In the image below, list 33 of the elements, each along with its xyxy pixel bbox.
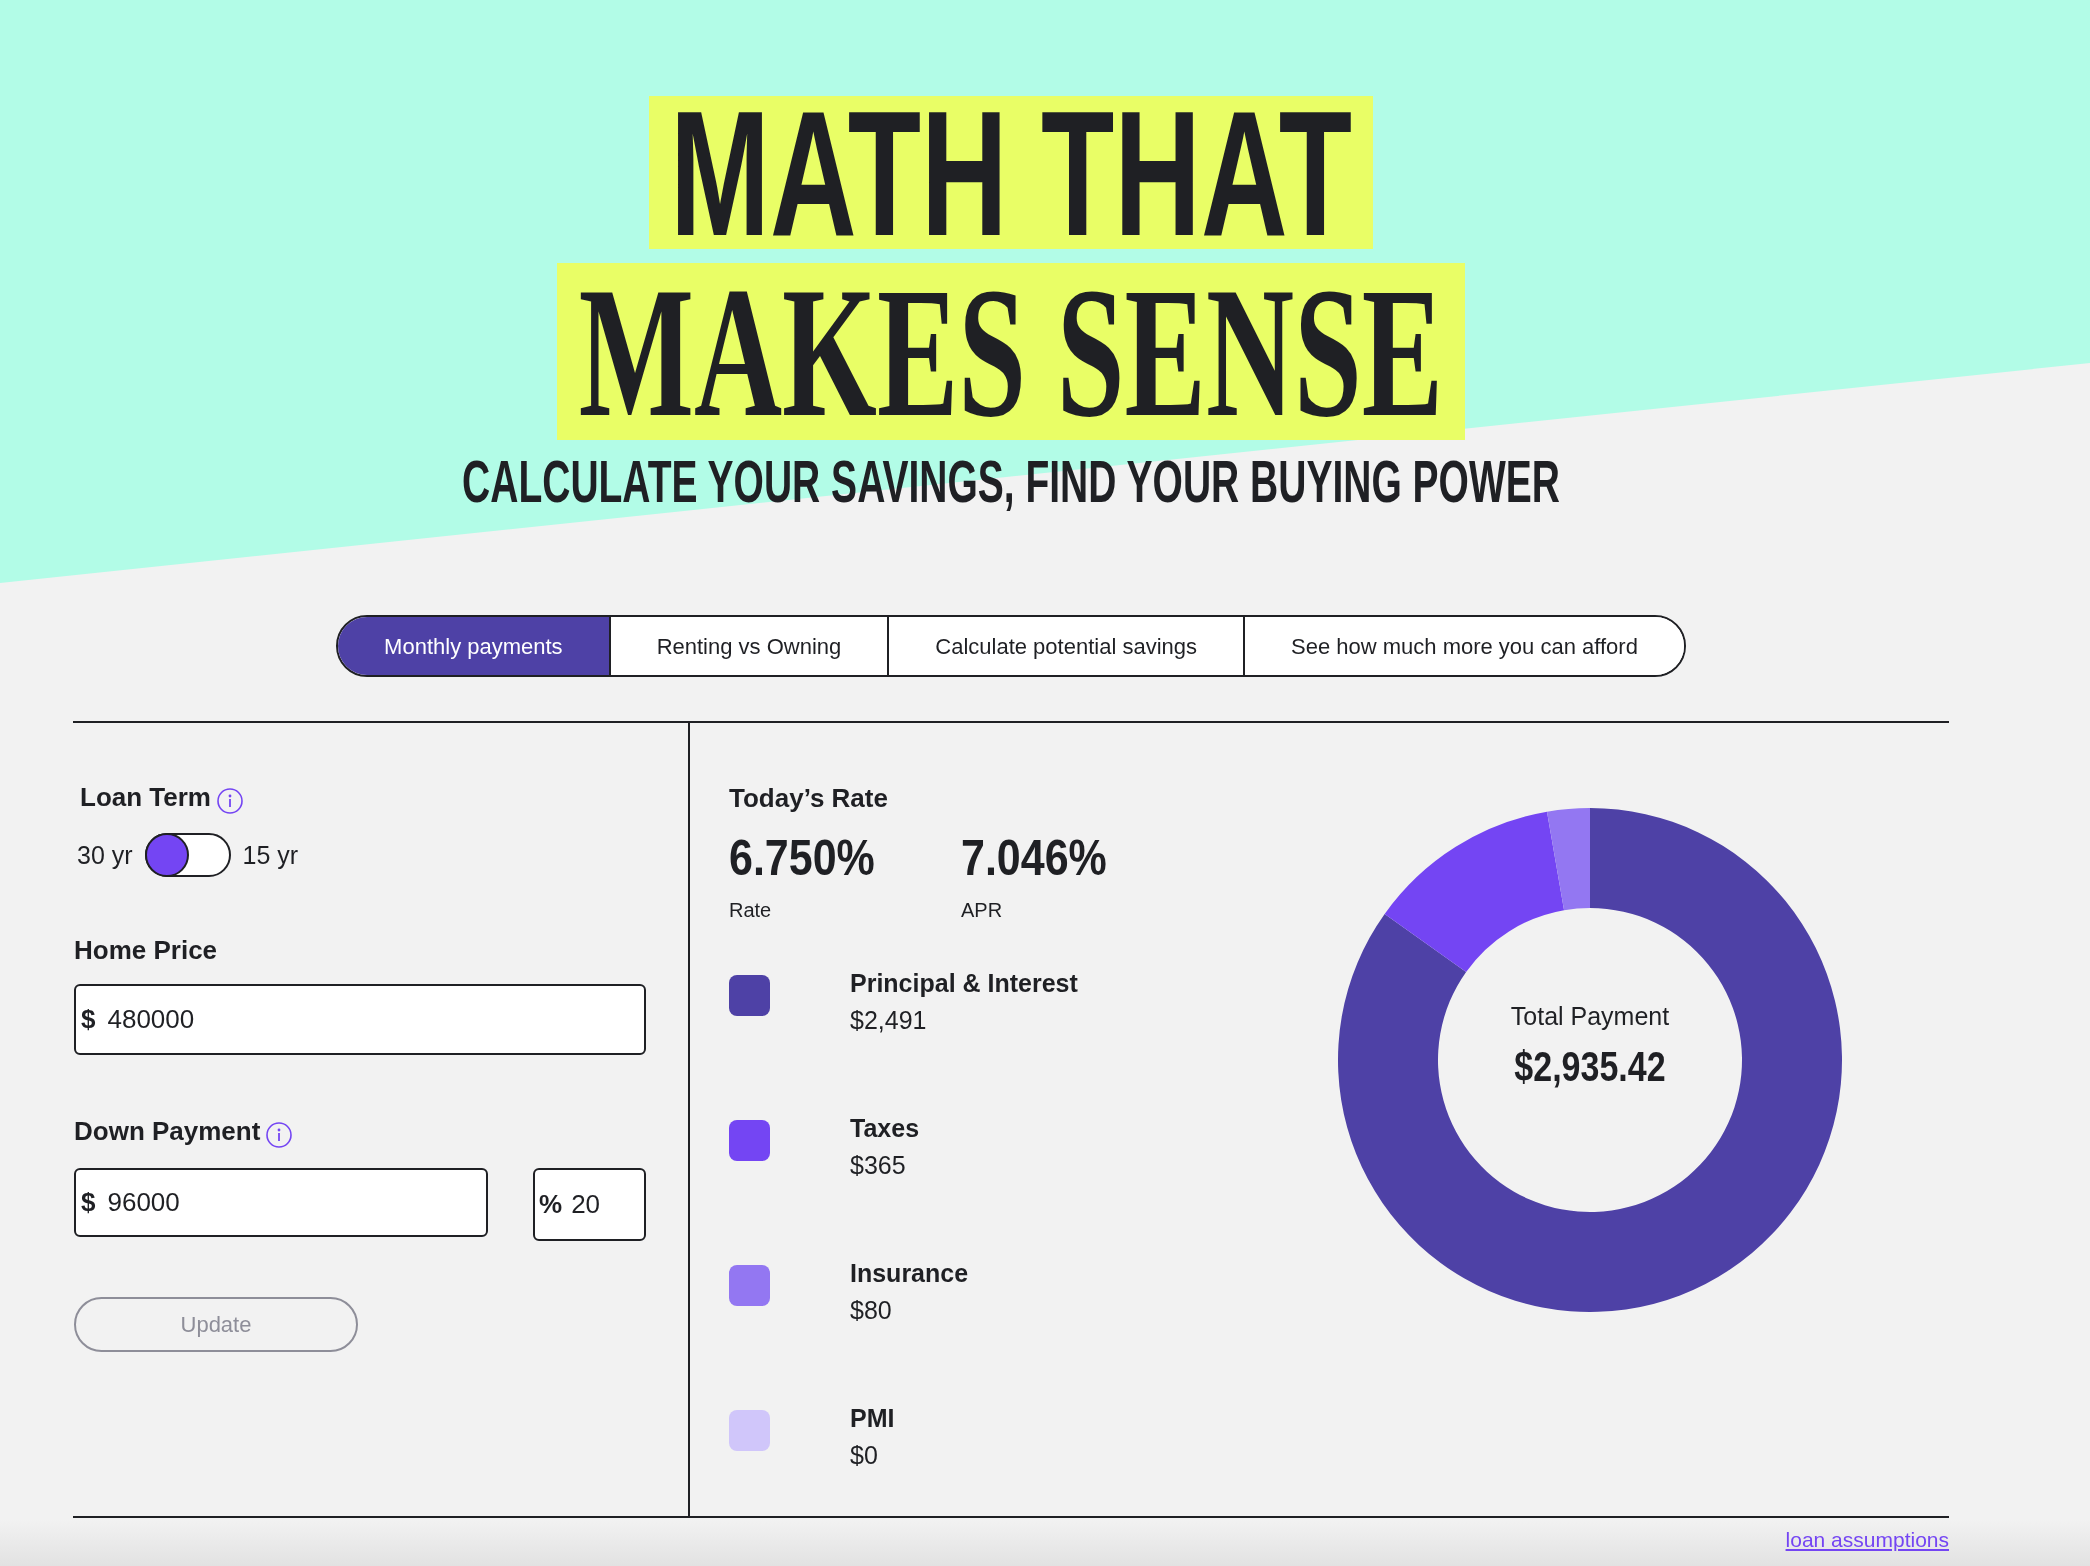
info-icon[interactable] — [217, 788, 243, 814]
headline: MAKES SENSE — [556, 263, 1466, 440]
tab[interactable]: See how much more you can afford — [1243, 617, 1684, 675]
home-price-field[interactable]: $ 480000 — [74, 984, 646, 1055]
total-payment-amount: $2,935.42 — [1514, 1044, 1666, 1088]
info-icon[interactable] — [266, 1122, 293, 1148]
section-title: Today’s Rate — [729, 783, 888, 813]
field-label: Home Price — [74, 935, 218, 965]
rate-value: 6.750% — [729, 833, 875, 884]
legend-label: Taxes — [850, 1113, 920, 1144]
subheadline: CALCULATE YOUR SAVINGS, FIND YOUR BUYING POWER — [462, 451, 1560, 511]
toggle-switch[interactable] — [144, 833, 231, 877]
legend-label: Principal & Interest — [850, 968, 1078, 999]
down-payment-field[interactable]: $ 96000 — [74, 1168, 488, 1237]
toggle-option-label: 15 yr — [242, 840, 299, 870]
rate-value: 7.046% — [961, 833, 1107, 884]
legend-amount: $80 — [850, 1295, 892, 1326]
legend-label: PMI — [850, 1403, 895, 1434]
toggle-option-label: 30 yr — [77, 840, 133, 870]
toggle-knob[interactable] — [144, 833, 189, 877]
field-label: Loan Term — [80, 782, 211, 812]
field-label: Down Payment — [74, 1116, 261, 1146]
rate-label: APR — [961, 898, 1003, 922]
down-payment-percent-field[interactable]: % 20 — [533, 1168, 646, 1241]
loan-assumptions-link[interactable]: loan assumptions — [1785, 1528, 1949, 1552]
headline: MATH THAT — [649, 96, 1373, 249]
legend-amount: $365 — [850, 1150, 906, 1181]
legend-amount: $0 — [850, 1440, 878, 1471]
total-payment-label: Total Payment — [1510, 1001, 1670, 1031]
legend-label: Insurance — [850, 1258, 969, 1289]
rate-label: Rate — [729, 898, 772, 922]
tab[interactable]: Monthly payments — [338, 617, 609, 675]
legend-amount: $2,491 — [850, 1005, 927, 1036]
